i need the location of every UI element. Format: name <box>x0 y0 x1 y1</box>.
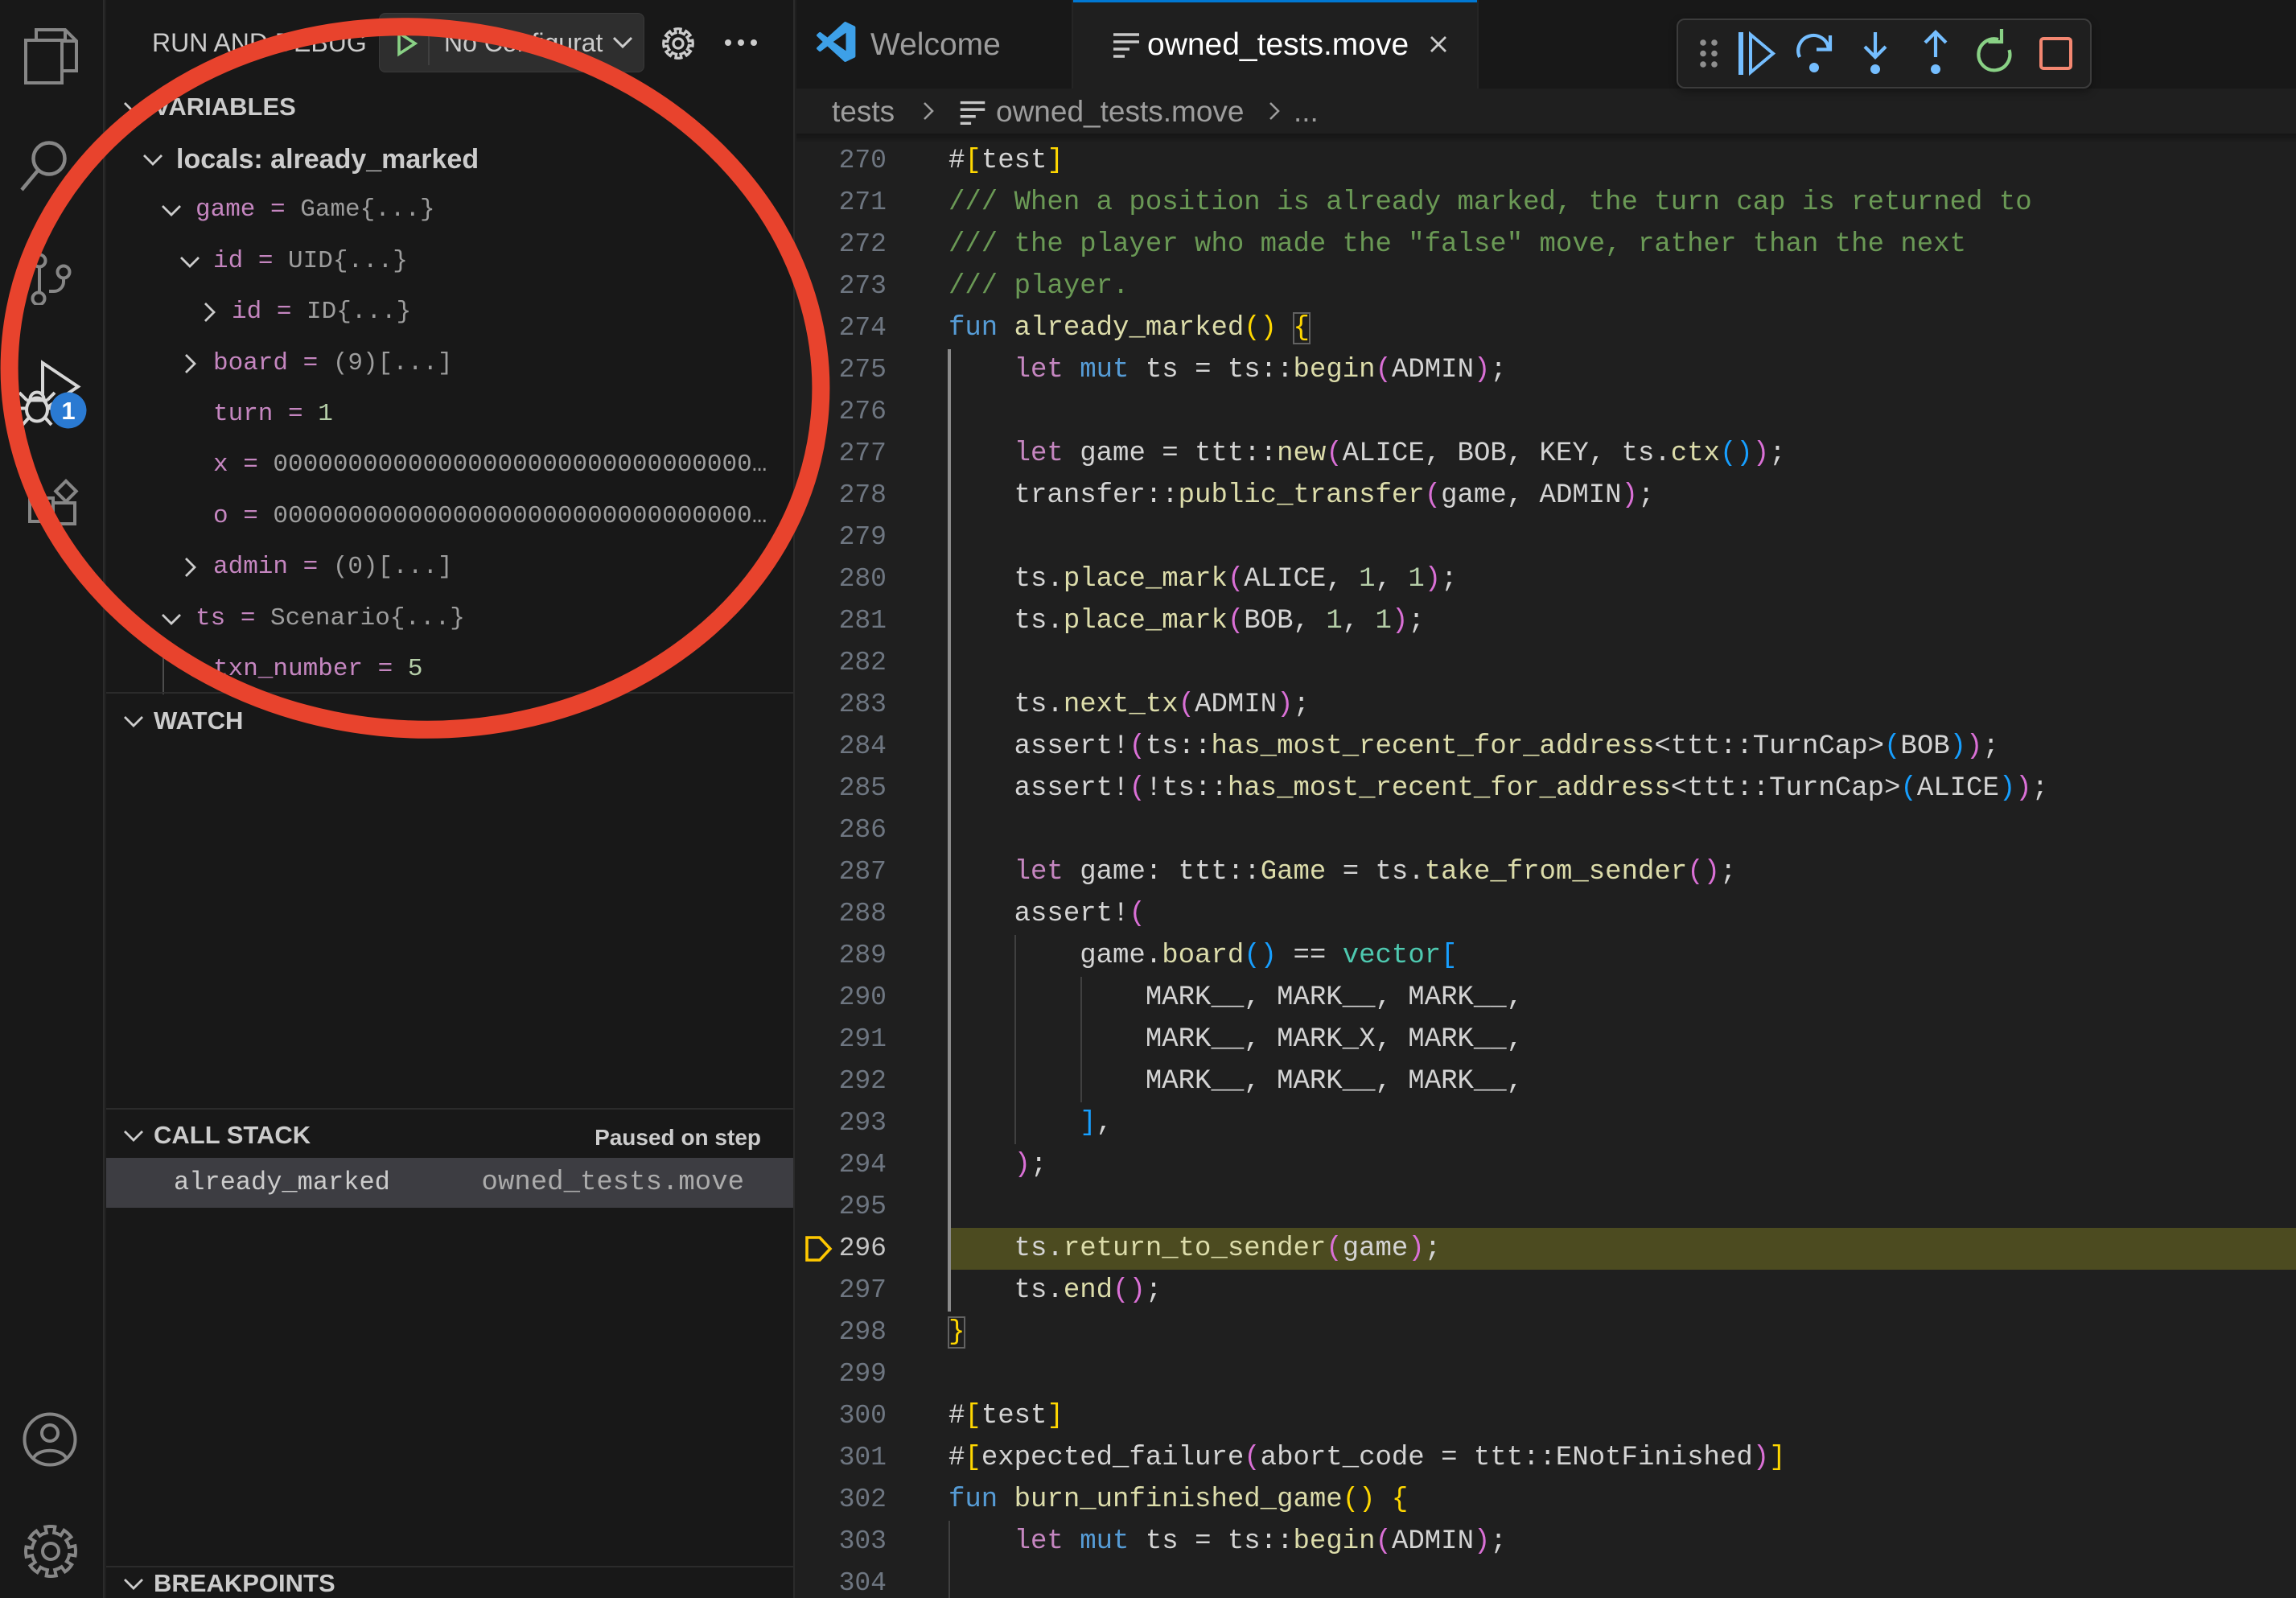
svg-text:1: 1 <box>61 397 75 425</box>
